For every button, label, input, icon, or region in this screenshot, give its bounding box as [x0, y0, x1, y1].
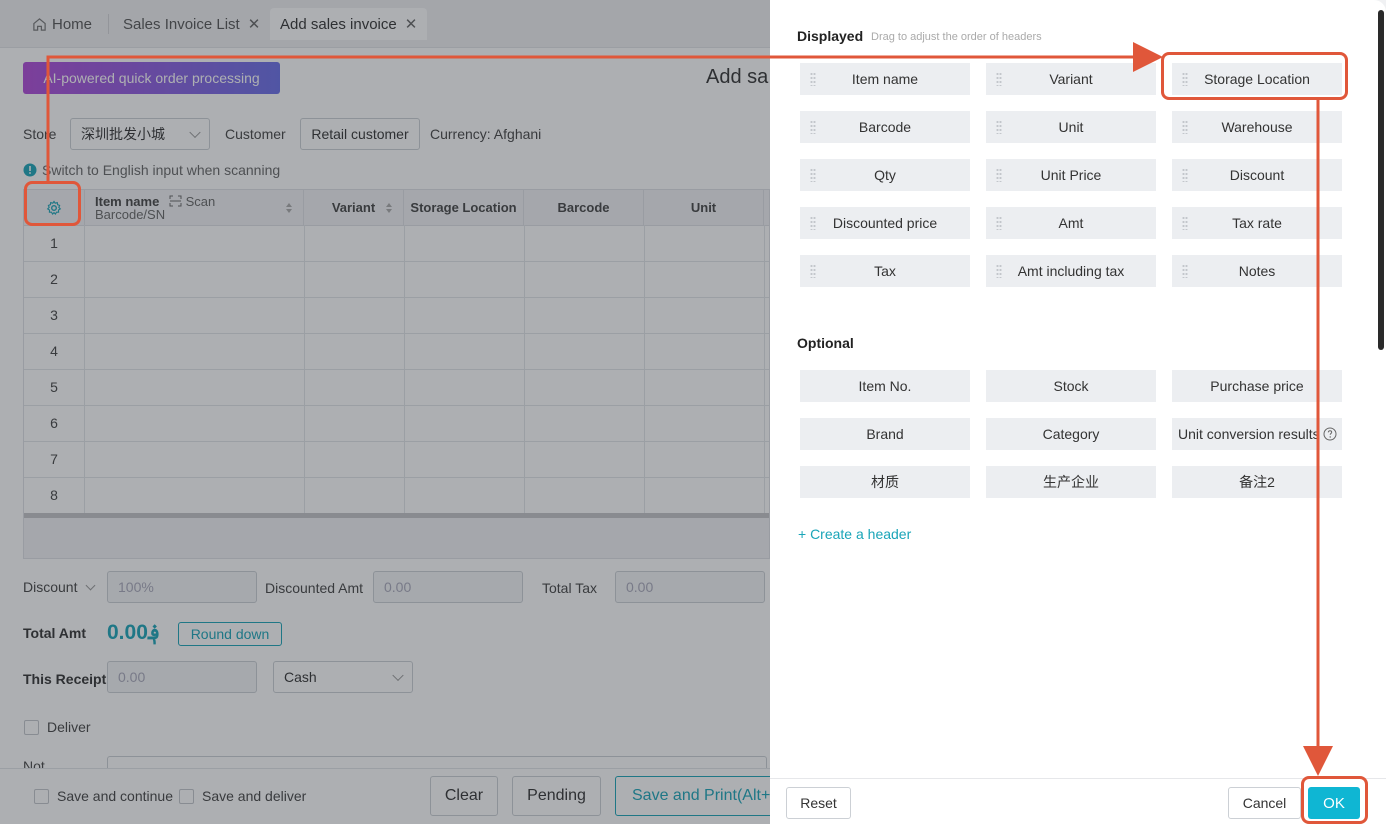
optional-chip-material[interactable]: 材质	[800, 466, 970, 498]
vertical-scrollbar[interactable]	[1378, 10, 1384, 350]
chip-label: Qty	[874, 167, 896, 183]
help-icon[interactable]	[1323, 427, 1337, 441]
drag-handle-icon[interactable]	[996, 216, 1002, 230]
displayed-chip-amt[interactable]: Amt	[986, 207, 1156, 239]
optional-chip-stock[interactable]: Stock	[986, 370, 1156, 402]
chip-label: Barcode	[858, 119, 912, 135]
displayed-chip-warehouse[interactable]: Warehouse	[1172, 111, 1342, 143]
chip-label: Amt	[1058, 215, 1084, 231]
chip-label: Discounted price	[832, 215, 938, 231]
displayed-chip-notes[interactable]: Notes	[1172, 255, 1342, 287]
modal-overlay[interactable]	[0, 0, 770, 824]
displayed-title: Displayed	[797, 28, 864, 44]
drag-handle-icon[interactable]	[1182, 168, 1188, 182]
optional-chip-item-no[interactable]: Item No.	[800, 370, 970, 402]
chip-label: Unit conversion results	[1178, 426, 1320, 442]
displayed-chip-amt-including-tax[interactable]: Amt including tax	[986, 255, 1156, 287]
optional-chip-unit-conversion[interactable]: Unit conversion results	[1172, 418, 1342, 450]
drag-handle-icon[interactable]	[810, 264, 816, 278]
optional-chip-manufacturer[interactable]: 生产企业	[986, 466, 1156, 498]
optional-chip-purchase-price[interactable]: Purchase price	[1172, 370, 1342, 402]
drag-handle-icon[interactable]	[996, 168, 1002, 182]
ok-highlight-annotation	[1301, 776, 1368, 824]
reset-button[interactable]: Reset	[786, 787, 851, 819]
drag-handle-icon[interactable]	[996, 120, 1002, 134]
drag-handle-icon[interactable]	[996, 264, 1002, 278]
cancel-button[interactable]: Cancel	[1228, 787, 1301, 819]
drag-handle-icon[interactable]	[810, 168, 816, 182]
drag-handle-icon[interactable]	[810, 216, 816, 230]
displayed-chip-discount[interactable]: Discount	[1172, 159, 1342, 191]
displayed-chip-unit[interactable]: Unit	[986, 111, 1156, 143]
create-header-link[interactable]: + Create a header	[798, 526, 911, 542]
displayed-chip-variant[interactable]: Variant	[986, 63, 1156, 95]
drag-handle-icon[interactable]	[810, 120, 816, 134]
chip-label: Unit Price	[1040, 167, 1102, 183]
chip-label: Variant	[1049, 71, 1093, 87]
displayed-chip-qty[interactable]: Qty	[800, 159, 970, 191]
drag-handle-icon[interactable]	[1182, 264, 1188, 278]
optional-chip-notes2[interactable]: 备注2	[1172, 466, 1342, 498]
chip-label: Tax	[874, 263, 896, 279]
displayed-chip-discounted-price[interactable]: Discounted price	[800, 207, 970, 239]
displayed-chip-tax[interactable]: Tax	[800, 255, 970, 287]
displayed-chip-tax-rate[interactable]: Tax rate	[1172, 207, 1342, 239]
displayed-chip-item-name[interactable]: Item name	[800, 63, 970, 95]
chip-label: Warehouse	[1221, 119, 1293, 135]
chip-label: Item name	[851, 71, 919, 87]
chip-label: Notes	[1238, 263, 1276, 279]
storage-location-highlight-annotation	[1161, 52, 1348, 100]
drag-handle-icon[interactable]	[1182, 120, 1188, 134]
displayed-chip-barcode[interactable]: Barcode	[800, 111, 970, 143]
chip-label: Unit	[1058, 119, 1084, 135]
displayed-hint: Drag to adjust the order of headers	[871, 31, 1042, 43]
drag-handle-icon[interactable]	[996, 72, 1002, 86]
chip-label: Discount	[1229, 167, 1285, 183]
chip-label: Amt including tax	[1017, 263, 1125, 279]
chip-label: Tax rate	[1232, 215, 1282, 231]
optional-chip-category[interactable]: Category	[986, 418, 1156, 450]
displayed-chip-unit-price[interactable]: Unit Price	[986, 159, 1156, 191]
gear-highlight-annotation	[24, 181, 81, 226]
drag-handle-icon[interactable]	[810, 72, 816, 86]
optional-chip-brand[interactable]: Brand	[800, 418, 970, 450]
drag-handle-icon[interactable]	[1182, 216, 1188, 230]
optional-title: Optional	[797, 335, 854, 351]
